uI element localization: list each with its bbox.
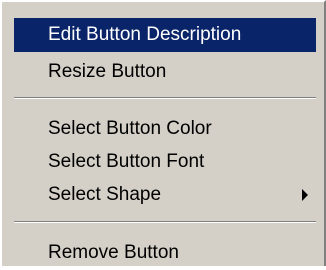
- menu-item-resize-button[interactable]: Resize Button: [14, 55, 316, 89]
- menu-separator: [14, 97, 316, 99]
- menu-item-select-button-font[interactable]: Select Button Font: [14, 145, 316, 179]
- menu-item-select-shape-label: Select Shape: [48, 184, 162, 205]
- menu-item-select-button-color[interactable]: Select Button Color: [14, 112, 316, 146]
- submenu-arrow-icon: [302, 189, 308, 201]
- menu-separator: [14, 221, 316, 223]
- context-menu: Edit Button Description Resize Button Se…: [0, 0, 326, 266]
- menu-item-remove-button[interactable]: Remove Button: [14, 236, 316, 270]
- menu-item-select-shape[interactable]: Select Shape: [14, 178, 316, 212]
- menu-item-edit-button-description[interactable]: Edit Button Description: [14, 18, 316, 52]
